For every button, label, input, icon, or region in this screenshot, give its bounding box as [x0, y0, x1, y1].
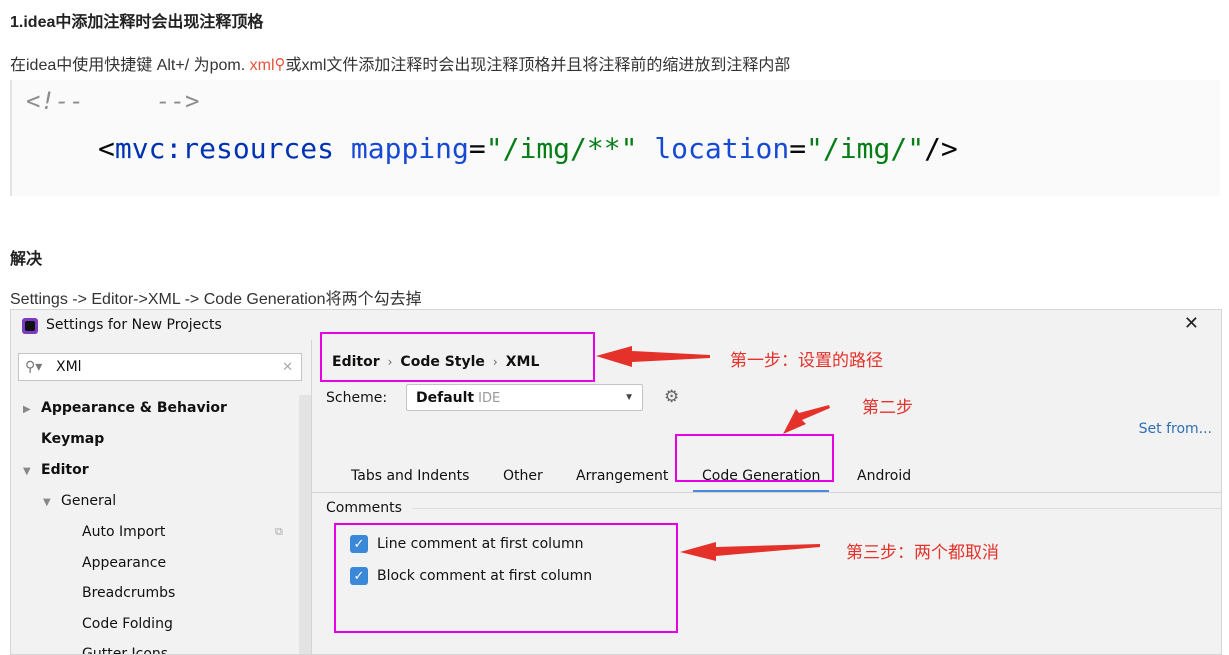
- annotation-step1: 第一步：设置的路径: [730, 351, 883, 371]
- annotation-arrows: [596, 346, 830, 561]
- annotation-step3: 第三步：两个都取消: [846, 543, 999, 563]
- arrow-step1: [596, 346, 710, 367]
- annotation-step2: 第二步: [862, 398, 913, 418]
- arrow-step3: [680, 542, 820, 561]
- arrow-step2: [783, 405, 830, 434]
